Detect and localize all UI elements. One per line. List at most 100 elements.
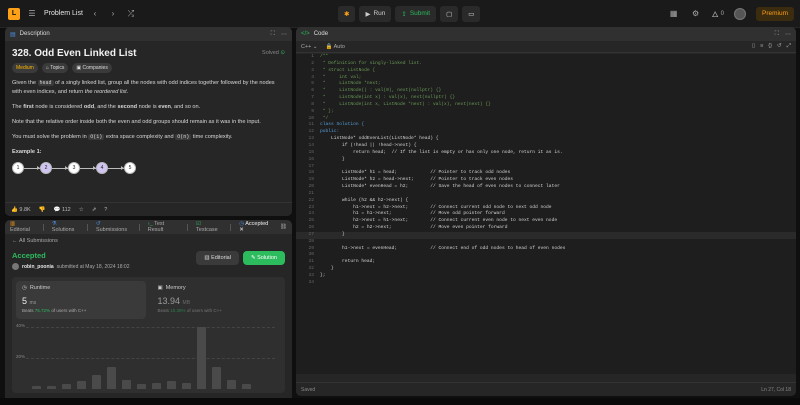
close-icon[interactable]: ✕ — [239, 227, 244, 233]
expand-icon[interactable]: ⛶ — [271, 31, 275, 38]
comments-button[interactable]: 💬 112 — [54, 207, 71, 213]
bookmark-icon[interactable]: ▯ — [752, 43, 755, 50]
code-line[interactable]: 13 ListNode* oddEvenList(ListNode* head)… — [296, 136, 796, 143]
code-line[interactable]: 9 * }; — [296, 109, 796, 116]
memory-card[interactable]: ▣ Memory 13.94 MB Beats 15.35% of users w… — [152, 281, 282, 319]
format-icon[interactable]: ≡ — [760, 43, 763, 50]
tab-accepted[interactable]: ◷ Accepted ✕ — [239, 221, 272, 233]
code-line[interactable]: 22 while (h2 && h2->next) { — [296, 198, 796, 205]
distribution-bar[interactable] — [197, 327, 206, 389]
favorite-icon[interactable]: ☆ — [79, 207, 84, 213]
dislike-icon[interactable]: 👎 — [39, 207, 46, 213]
code-line[interactable]: 3 * struct ListNode { — [296, 68, 796, 75]
distribution-bar[interactable] — [92, 375, 101, 389]
topics-tag[interactable]: ⌂ Topics — [41, 63, 69, 73]
tab-solutions[interactable]: ⚗ Solutions — [52, 221, 79, 233]
code-line[interactable]: 21 — [296, 191, 796, 198]
line-text: ListNode* h2 = head->next; // Pointer to… — [320, 177, 513, 183]
problem-list-link[interactable]: Problem List — [44, 10, 83, 17]
more-icon[interactable]: ⋯ — [281, 31, 287, 38]
all-submissions-link[interactable]: ← All Submissions — [5, 234, 292, 248]
expand-icon[interactable]: ⛶ — [775, 31, 779, 38]
next-problem-icon[interactable]: › — [107, 8, 119, 20]
braces-icon[interactable]: {} — [768, 43, 772, 50]
distribution-bar[interactable] — [32, 385, 41, 389]
bug-icon: ✱ — [344, 10, 350, 18]
share-icon[interactable]: ⇗ — [92, 207, 97, 213]
submit-button[interactable]: ⇪ Submit — [395, 5, 437, 22]
distribution-bar[interactable] — [47, 385, 56, 389]
help-icon[interactable]: ? — [104, 207, 107, 213]
distribution-bar[interactable] — [167, 381, 176, 389]
code-line[interactable]: 31 return head; — [296, 259, 796, 266]
layout-icon[interactable]: ▦ — [668, 8, 680, 20]
reset-icon[interactable]: ↺ — [777, 43, 782, 50]
settings-icon[interactable]: ⚙ — [690, 8, 702, 20]
code-line[interactable]: 7 * ListNode(int x) : val(x), next(nullp… — [296, 95, 796, 102]
user-avatar[interactable] — [733, 7, 746, 20]
line-text: } — [320, 231, 345, 237]
runtime-beats: Beats 75.72% of users with C++ — [22, 308, 87, 313]
code-line[interactable]: 8 * ListNode(int x, ListNode *next) : va… — [296, 102, 796, 109]
code-line[interactable]: 1 /** — [296, 54, 796, 61]
tab-editorial[interactable]: ▥ Editorial — [10, 221, 35, 233]
fire-icon[interactable]: 🜂 0 — [712, 8, 724, 20]
companies-tag[interactable]: ▣ Companies — [72, 63, 112, 73]
like-button[interactable]: 👍 9.8K — [11, 207, 31, 213]
difficulty-tag[interactable]: Medium — [12, 63, 38, 73]
code-line[interactable]: 29 h1->next = evenHead; // Connect end o… — [296, 246, 796, 253]
link-icon[interactable]: ⛓ — [280, 224, 287, 230]
leetcode-logo[interactable]: L — [8, 7, 20, 20]
distribution-bar[interactable] — [227, 379, 236, 389]
distribution-bar[interactable] — [122, 379, 131, 389]
distribution-bar[interactable] — [107, 367, 116, 389]
debug-button[interactable]: ✱ — [338, 5, 356, 22]
top-bar: L ☰ Problem List ‹ › ⤮ ✱ ▶ Run ⇪ Submit ▢ … — [0, 0, 800, 28]
fullscreen-icon[interactable]: ⤢ — [787, 43, 791, 50]
distribution-bar[interactable] — [137, 384, 146, 389]
premium-button[interactable]: Premium — [755, 6, 794, 21]
chat-button[interactable]: ▭ — [462, 5, 481, 22]
distribution-bar[interactable] — [77, 381, 86, 389]
code-tab[interactable]: Code — [314, 31, 328, 37]
distribution-bar[interactable] — [182, 382, 191, 389]
line-text: }; — [320, 273, 326, 278]
code-line[interactable]: 34 — [296, 280, 796, 287]
autocomplete-mode[interactable]: 🔒 Auto — [326, 44, 345, 50]
code-line[interactable]: 33}; — [296, 273, 796, 280]
list-icon[interactable]: ☰ — [26, 8, 38, 20]
line-number: 13 — [308, 136, 314, 142]
code-line[interactable]: 20 ListNode* evenHead = h2; // Save the … — [296, 184, 796, 191]
code-line[interactable]: 28 — [296, 239, 796, 246]
shuffle-icon[interactable]: ⤮ — [125, 8, 137, 20]
username[interactable]: robin_poonia — [22, 264, 54, 270]
distribution-bar[interactable] — [242, 384, 251, 389]
more-icon[interactable]: ⋯ — [785, 31, 791, 38]
prev-problem-icon[interactable]: ‹ — [89, 8, 101, 20]
code-line[interactable]: 32 } — [296, 266, 796, 273]
code-line[interactable]: 26 h2 = h2->next; // Move even pointer f… — [296, 225, 796, 232]
tab-testcase[interactable]: ☑ Testcase — [196, 221, 222, 233]
code-line[interactable]: 10 */ — [296, 116, 796, 123]
code-line[interactable]: 27 } — [296, 231, 796, 239]
language-select[interactable]: C++ ⌄ — [301, 44, 318, 50]
distribution-bar[interactable] — [62, 384, 71, 389]
distribution-bar[interactable] — [152, 382, 161, 389]
code-line[interactable]: 2 * Definition for singly-linked list. — [296, 61, 796, 68]
editorial-button[interactable]: ▥ Editorial — [196, 251, 239, 265]
runtime-card[interactable]: ◷ Runtime 5 ms Beats 75.72% of users with… — [16, 281, 146, 319]
distribution-bar[interactable] — [212, 367, 221, 389]
tab-test-result[interactable]: ›_ Test Result — [148, 221, 179, 233]
tab-submissions[interactable]: ↺ Submissions — [96, 221, 131, 233]
code-line[interactable]: 14 if (!head || !head->next) { — [296, 143, 796, 150]
code-area[interactable]: 1 /** 2 * Definition for singly-linked lis… — [296, 54, 796, 374]
code-line[interactable]: 19 ListNode* h2 = head->next; // Pointer… — [296, 177, 796, 184]
run-button[interactable]: ▶ Run — [359, 5, 392, 22]
code-line[interactable]: 11 class Solution { — [296, 122, 796, 129]
code-line[interactable]: 15 return head; // If the list is empty … — [296, 150, 796, 157]
description-tab[interactable]: Description — [20, 31, 50, 37]
code-line[interactable]: 16 } — [296, 157, 796, 164]
solution-button[interactable]: ✎ Solution — [242, 251, 285, 265]
line-text: ListNode* evenHead = h2; // Save the hea… — [320, 184, 560, 190]
notes-button[interactable]: ▢ — [440, 5, 459, 22]
